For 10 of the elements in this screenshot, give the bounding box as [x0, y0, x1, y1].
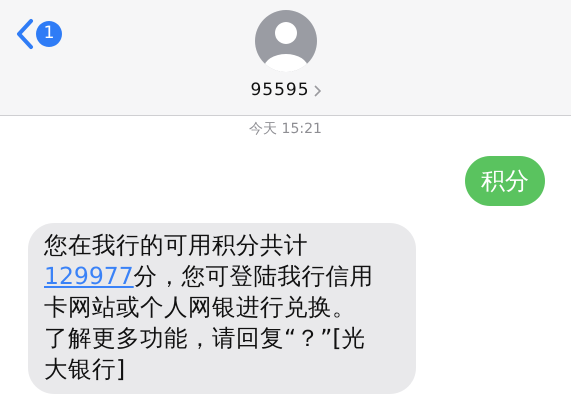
timestamp: 今天 15:21	[249, 120, 322, 139]
back-icon	[16, 18, 34, 50]
avatar-icon[interactable]	[254, 10, 316, 72]
contact-name[interactable]: 95595	[250, 78, 310, 104]
unread-count-badge: 1	[36, 21, 62, 47]
chevron-icon[interactable]	[314, 84, 321, 97]
number-link[interactable]: 129977	[44, 262, 134, 290]
back-button[interactable]: 1	[16, 18, 62, 50]
sent-message-bubble[interactable]: 积分	[465, 156, 545, 206]
received-message-bubble[interactable]: 您在我行的可用积分共计 129977分，您可登陆我行信用 卡网站或个人网银进行兑换。 了解更多功能，请回复“？”[光 大银行]	[28, 223, 416, 394]
